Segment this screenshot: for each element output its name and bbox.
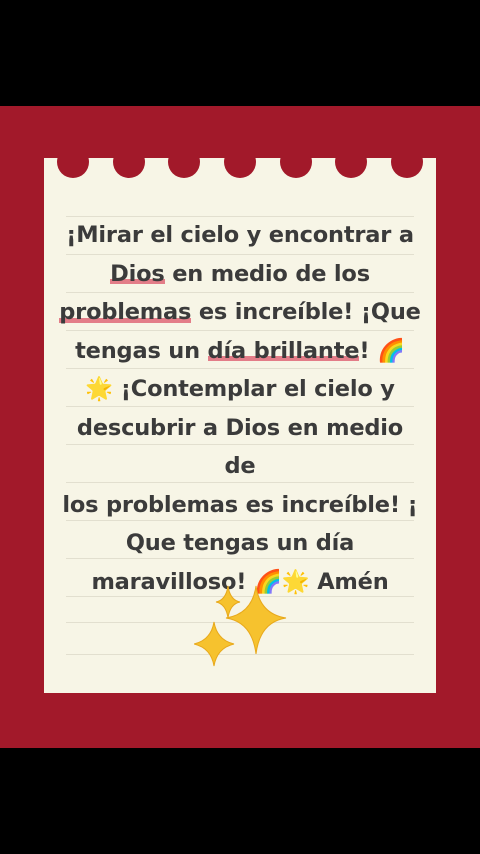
line-text: en medio de los: [164, 260, 370, 287]
message-line: ¡Mirar el cielo y encontrar a: [58, 216, 422, 255]
message-line: descubrir a Dios en medio de: [58, 409, 422, 486]
binder-hole: [335, 158, 367, 178]
line-text: es increíble! ¡Que: [191, 299, 421, 325]
highlighted-word: problemas: [59, 299, 192, 325]
line-text: ¡Mirar el cielo y encontrar a: [66, 222, 414, 248]
highlighted-word: Dios: [110, 260, 165, 287]
message-line: los problemas es increíble! ¡: [58, 486, 422, 525]
binder-hole: [391, 158, 423, 178]
line-text: ! 🌈: [359, 337, 405, 364]
line-text: Que tengas un día: [125, 530, 355, 556]
binder-hole: [57, 158, 89, 178]
message-line: Dios en medio de los: [58, 255, 422, 294]
message-line: tengas un día brillante! 🌈: [58, 332, 422, 371]
note-message: ¡Mirar el cielo y encontrar a Dios en me…: [58, 216, 422, 601]
highlighted-word: día: [207, 337, 246, 364]
line-text: 🌟 ¡Contemplar el cielo y: [85, 376, 395, 402]
line-text: tengas un: [75, 337, 208, 364]
binder-hole: [113, 158, 145, 178]
binder-hole: [224, 158, 256, 178]
highlighted-space: [245, 337, 254, 364]
line-text: los problemas es increíble! ¡: [62, 491, 418, 518]
line-text: descubrir a Dios en medio de: [76, 414, 404, 480]
binder-hole: [280, 158, 312, 178]
message-line: problemas es increíble! ¡Que: [58, 293, 422, 332]
sparkles-icon: [194, 585, 287, 667]
message-line: Que tengas un día: [58, 524, 422, 563]
bottom-letterbox: [0, 748, 480, 854]
top-letterbox: [0, 0, 480, 106]
highlighted-word: brillante: [253, 337, 360, 364]
binder-hole: [168, 158, 200, 178]
message-line: 🌟 ¡Contemplar el cielo y: [58, 370, 422, 409]
notepad-paper: ¡Mirar el cielo y encontrar a Dios en me…: [44, 158, 436, 693]
